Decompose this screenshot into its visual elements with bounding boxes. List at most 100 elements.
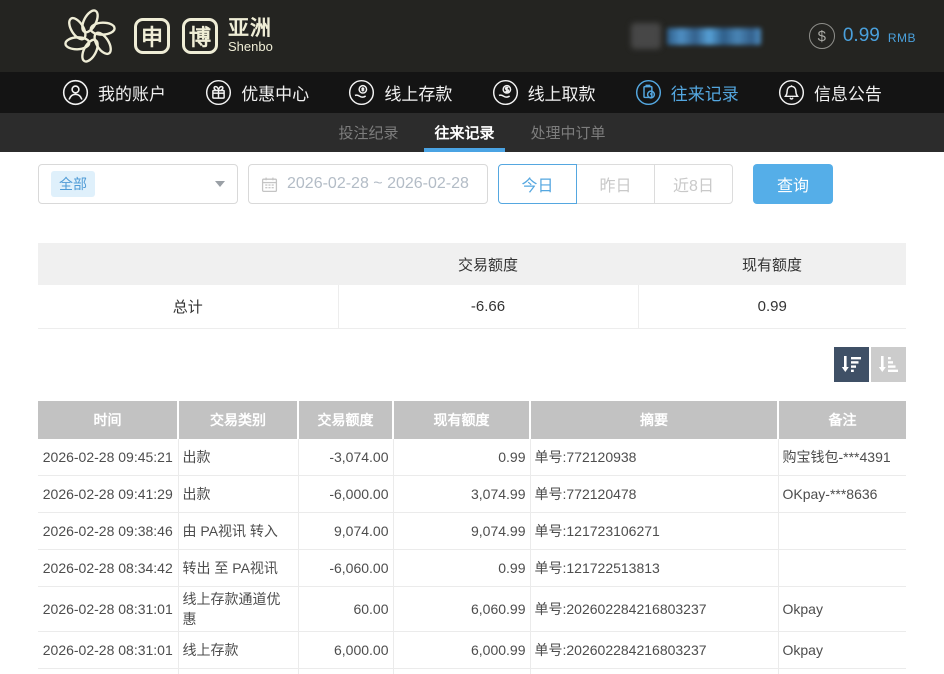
top-header: 申 博 亚洲 Shenbo $ 0.99 RMB <box>0 0 944 72</box>
header-amount: 交易额度 <box>298 401 393 439</box>
brand-logo[interactable]: 申 博 亚洲 Shenbo <box>58 4 273 68</box>
cell-summary: 单号:121723106271 <box>530 513 778 550</box>
cell-amount: -6,060.00 <box>298 550 393 587</box>
header-remark: 备注 <box>778 401 906 439</box>
search-button[interactable]: 查询 <box>753 164 833 204</box>
summary-total-row: 总计 -6.66 0.99 <box>38 285 906 328</box>
cell-summary: 单号:121722513813 <box>530 550 778 587</box>
last-8-days-button[interactable]: 近8日 <box>654 164 733 204</box>
sort-descending-button[interactable] <box>834 347 869 382</box>
flower-logo-icon <box>58 4 122 68</box>
tab-pending-orders[interactable]: 处理中订单 <box>521 113 616 152</box>
date-range-value: 2026-02-28 ~ 2026-02-28 <box>287 175 469 193</box>
cell-amount: -3,074.00 <box>298 439 393 476</box>
calendar-icon <box>261 176 278 193</box>
nav-item-withdraw[interactable]: 线上取款 <box>492 79 596 106</box>
summary-current-balance: 0.99 <box>638 285 906 328</box>
table-row: 2026-02-28 08:31:01 线上存款通道优惠 60.00 6,060… <box>38 587 906 632</box>
cell-balance <box>393 669 530 674</box>
main-nav: 我的账户 优惠中心 线上存款 线上取款 往来记录 <box>0 72 944 113</box>
cell-remark <box>778 550 906 587</box>
cell-balance: 0.99 <box>393 439 530 476</box>
tab-transaction-records[interactable]: 往来记录 <box>424 113 504 152</box>
yesterday-button[interactable]: 昨日 <box>576 164 655 204</box>
dollar-coin-icon: $ <box>809 23 835 49</box>
gift-icon <box>205 79 232 106</box>
header-balance: 现有额度 <box>393 401 530 439</box>
nav-label: 线上存款 <box>384 80 452 105</box>
cell-balance: 9,074.99 <box>393 513 530 550</box>
cell-time <box>38 669 178 674</box>
sub-tab-bar: 投注纪录 往来记录 处理中订单 <box>0 113 944 152</box>
date-range-picker[interactable]: 2026-02-28 ~ 2026-02-28 <box>248 164 488 204</box>
summary-table: 交易额度 现有额度 总计 -6.66 0.99 <box>38 243 906 329</box>
sort-amount-desc-icon <box>841 353 863 375</box>
logo-region-text: 亚洲 Shenbo <box>228 18 273 54</box>
quick-range-group: 今日 昨日 近8日 <box>498 164 733 204</box>
nav-item-announcements[interactable]: 信息公告 <box>778 79 882 106</box>
username-redacted <box>667 28 761 45</box>
cell-type: 由 PA视讯 转入 <box>178 513 298 550</box>
balance-amount: 0.99 <box>843 25 880 47</box>
nav-label: 我的账户 <box>98 80 166 105</box>
nav-item-transaction-records[interactable]: 往来记录 <box>635 79 739 106</box>
cell-time: 2026-02-28 08:34:42 <box>38 550 178 587</box>
tab-betting-records[interactable]: 投注纪录 <box>328 113 408 152</box>
header-type: 交易类别 <box>178 401 298 439</box>
nav-label: 线上取款 <box>528 80 596 105</box>
cell-amount: 9,074.00 <box>298 513 393 550</box>
table-header-row: 时间 交易类别 交易额度 现有额度 摘要 备注 <box>38 401 906 439</box>
balance-display[interactable]: $ 0.99 RMB <box>809 23 916 49</box>
logo-region-en: Shenbo <box>228 40 273 54</box>
filter-row: 全部 2026-02-28 ~ 2026-02-28 今日 昨日 近8日 查询 <box>38 164 906 204</box>
bell-icon <box>778 79 805 106</box>
nav-item-promotions[interactable]: 优惠中心 <box>205 79 309 106</box>
table-row: 2026-02-28 09:45:21 出款 -3,074.00 0.99 单号… <box>38 439 906 476</box>
nav-label: 优惠中心 <box>241 80 309 105</box>
cell-time: 2026-02-28 08:31:01 <box>38 632 178 669</box>
withdraw-coin-hand-icon <box>492 79 519 106</box>
nav-label: 信息公告 <box>814 80 882 105</box>
table-row: 2026-02-28 09:41:29 出款 -6,000.00 3,074.9… <box>38 476 906 513</box>
cell-remark <box>778 513 906 550</box>
logo-char-shen: 申 <box>134 18 170 54</box>
summary-transaction-amount: -6.66 <box>338 285 638 328</box>
summary-total-label: 总计 <box>38 285 338 328</box>
nav-item-deposit[interactable]: 线上存款 <box>348 79 452 106</box>
user-icon <box>62 79 89 106</box>
cell-time: 2026-02-28 09:45:21 <box>38 439 178 476</box>
cell-type: 线上存款通道优惠 <box>178 587 298 632</box>
sort-ascending-button[interactable] <box>871 347 906 382</box>
summary-header-transaction-amount: 交易额度 <box>338 243 638 285</box>
category-selected-tag[interactable]: 全部 <box>51 171 95 197</box>
cell-type: 线上存款 <box>178 632 298 669</box>
cell-amount: 6,000.00 <box>298 632 393 669</box>
cell-type: 出款 <box>178 439 298 476</box>
cell-balance: 6,060.99 <box>393 587 530 632</box>
transactions-table: 时间 交易类别 交易额度 现有额度 摘要 备注 2026-02-28 09:45… <box>38 401 906 674</box>
summary-header-current-balance: 现有额度 <box>638 243 906 285</box>
table-row: 2026-02-28 09:38:46 由 PA视讯 转入 9,074.00 9… <box>38 513 906 550</box>
cell-summary: 单号:202602284216803237 <box>530 587 778 632</box>
user-account[interactable] <box>631 23 761 49</box>
cell-amount: 60.00 <box>298 587 393 632</box>
cell-summary: 单号:202602284216803237 <box>530 632 778 669</box>
cell-summary: 单号:772120478 <box>530 476 778 513</box>
cell-amount: -6,000.00 <box>298 476 393 513</box>
logo-char-bo: 博 <box>182 18 218 54</box>
header-time: 时间 <box>38 401 178 439</box>
nav-item-my-account[interactable]: 我的账户 <box>62 79 166 106</box>
cell-remark <box>778 669 906 674</box>
header-summary: 摘要 <box>530 401 778 439</box>
cell-amount <box>298 669 393 674</box>
cell-time: 2026-02-28 09:41:29 <box>38 476 178 513</box>
cell-balance: 0.99 <box>393 550 530 587</box>
balance-currency: RMB <box>888 27 916 45</box>
cell-time: 2026-02-28 08:31:01 <box>38 587 178 632</box>
cell-summary <box>530 669 778 674</box>
category-select[interactable]: 全部 <box>38 164 238 204</box>
table-row: 2026-02-28 08:31:01 线上存款 6,000.00 6,000.… <box>38 632 906 669</box>
nav-label: 往来记录 <box>671 80 739 105</box>
records-clipboard-clock-icon <box>635 79 662 106</box>
today-button[interactable]: 今日 <box>498 164 577 204</box>
